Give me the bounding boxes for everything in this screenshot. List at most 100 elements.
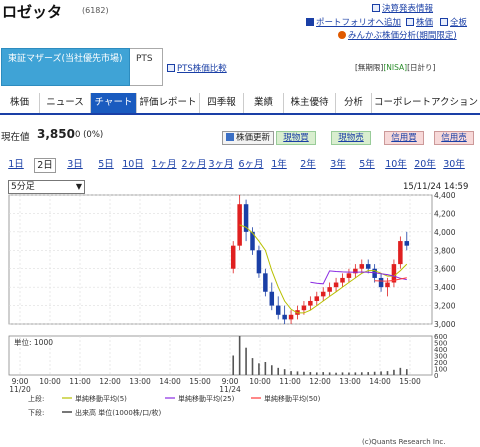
y-tick-label: 4,000 — [434, 228, 456, 237]
nav-chart[interactable]: チャート — [91, 93, 137, 113]
candle-body — [320, 291, 326, 297]
x-tick-label: 10:00 — [39, 377, 61, 386]
x-tick-label: 11:00 — [69, 377, 91, 386]
legend-lower-label: 下段: — [28, 408, 44, 417]
candle-body — [398, 241, 403, 265]
genbutsu-sell-button[interactable]: 現物売 — [331, 131, 371, 145]
candle-body — [340, 277, 345, 283]
copyright: (c)Quants Research Inc. — [362, 438, 446, 446]
volume-bar — [354, 372, 357, 375]
candle-body — [378, 277, 384, 288]
candle-body — [346, 273, 352, 278]
y-tick-label: 4,200 — [434, 209, 456, 218]
stock-name: ロゼッタ — [2, 3, 63, 21]
refresh-icon — [226, 133, 234, 141]
volume-bar — [258, 363, 260, 375]
range-tab-12[interactable]: 5年 — [356, 158, 378, 173]
kabuka-link[interactable]: 株価 — [406, 16, 433, 28]
current-price: 3,850 — [37, 127, 75, 141]
volume-bar — [264, 362, 267, 375]
y-tick-label: 3,000 — [434, 320, 456, 329]
nav-news[interactable]: ニュース — [40, 93, 91, 113]
kessan-link[interactable]: 決算発表情報 — [372, 2, 433, 14]
range-tab-7[interactable]: 3ヶ月 — [208, 158, 234, 173]
nav-bunseki[interactable]: 分析 — [336, 93, 372, 113]
day-label: 11/24 — [219, 385, 241, 394]
y-tick-label: 3,400 — [434, 283, 456, 292]
candle-body — [333, 282, 339, 288]
shinyo-buy-button[interactable]: 信用買 — [384, 131, 424, 145]
volume-bar — [309, 372, 312, 375]
range-tab-10[interactable]: 2年 — [297, 158, 319, 173]
range-tab-15[interactable]: 30年 — [441, 158, 467, 173]
minkabu-link[interactable]: みんかぶ株価分析(期間限定) — [338, 29, 457, 41]
candle-body — [301, 305, 307, 311]
volume-unit-label: 単位: 1000 — [14, 337, 53, 347]
volume-bar — [283, 369, 286, 375]
day-label: 11/20 — [9, 385, 31, 394]
x-tick-label: 14:00 — [369, 377, 391, 386]
candle-body — [263, 273, 268, 292]
volume-bar — [399, 367, 402, 375]
volume-bar — [380, 371, 382, 375]
shinyo-sell-button[interactable]: 信用売 — [434, 131, 474, 145]
nav-corporate-action[interactable]: コーポレートアクション — [372, 93, 480, 113]
volume-bar — [360, 372, 363, 375]
range-tab-9[interactable]: 1年 — [268, 158, 290, 173]
volume-bar — [367, 372, 370, 375]
nav-shikiho[interactable]: 四季報 — [200, 93, 244, 113]
range-tab-0[interactable]: 1日 — [5, 158, 27, 173]
nav-yutai[interactable]: 株主優待 — [284, 93, 336, 113]
badge-unlimited: [無期限] — [355, 63, 384, 72]
x-tick-label: 13:00 — [129, 377, 151, 386]
range-tab-6[interactable]: 2ヶ月 — [181, 158, 207, 173]
range-tab-3[interactable]: 5日 — [95, 158, 117, 173]
volume-bar — [341, 372, 344, 375]
portfolio-link[interactable]: ポートフォリオへ追加 — [306, 16, 401, 28]
x-tick-label: 15:00 — [189, 377, 211, 386]
candle-body — [314, 296, 320, 301]
price-label: 現在値 — [1, 132, 30, 143]
volume-bar — [373, 371, 376, 375]
chart-icon — [406, 18, 414, 26]
x-tick-label: 11:00 — [279, 377, 301, 386]
portfolio-icon — [306, 18, 314, 26]
x-tick-label: 13:00 — [339, 377, 361, 386]
y-tick-label: 3,200 — [434, 302, 456, 311]
itaboard-link[interactable]: 全板 — [440, 16, 467, 28]
badge-nisa: [NISA] — [383, 63, 408, 72]
genbutsu-buy-button[interactable]: 現物買 — [276, 131, 316, 145]
range-tab-4[interactable]: 10日 — [122, 158, 144, 173]
volume-bar — [335, 372, 337, 375]
range-tab-14[interactable]: 20年 — [412, 158, 438, 173]
badges: [無期限][NISA][日計り] — [355, 62, 435, 73]
candle-body — [282, 314, 287, 320]
volume-bar — [270, 365, 273, 375]
stock-chart: 9:00 10:00 11:00 12:00 13:00 14:00 15:00 9:00 10… — [8, 191, 456, 417]
candle-body — [327, 287, 332, 292]
volume-bar — [322, 372, 325, 375]
candle-body — [275, 305, 281, 315]
market-tab-pts[interactable]: PTS — [130, 48, 163, 86]
candle-body — [288, 314, 294, 320]
volume-bar — [238, 336, 241, 375]
board-icon — [440, 18, 448, 26]
nav-gyoseki[interactable]: 業績 — [244, 93, 284, 113]
range-tab-13[interactable]: 10年 — [383, 158, 409, 173]
refresh-button[interactable]: 株価更新 — [222, 131, 275, 145]
range-tab-5[interactable]: 1ヶ月 — [151, 158, 177, 173]
volume-bar — [296, 371, 299, 375]
y-tick-label: 3,800 — [434, 246, 456, 255]
volume-bar — [328, 372, 331, 375]
nav-kabuka[interactable]: 株価 — [0, 93, 40, 113]
range-tab-11[interactable]: 3年 — [327, 158, 349, 173]
range-tab-1[interactable]: 2日 — [34, 158, 56, 173]
volume-bar — [277, 367, 280, 375]
range-tab-8[interactable]: 6ヶ月 — [238, 158, 264, 173]
volume-bar — [405, 369, 408, 375]
candle-body — [269, 291, 275, 306]
pts-compare-link[interactable]: PTS株価比較 — [167, 62, 227, 74]
market-tab-primary[interactable]: 東証マザーズ(当社優先市場) — [1, 48, 130, 86]
nav-report[interactable]: 評価レポート — [137, 93, 200, 113]
range-tab-2[interactable]: 3日 — [64, 158, 86, 173]
